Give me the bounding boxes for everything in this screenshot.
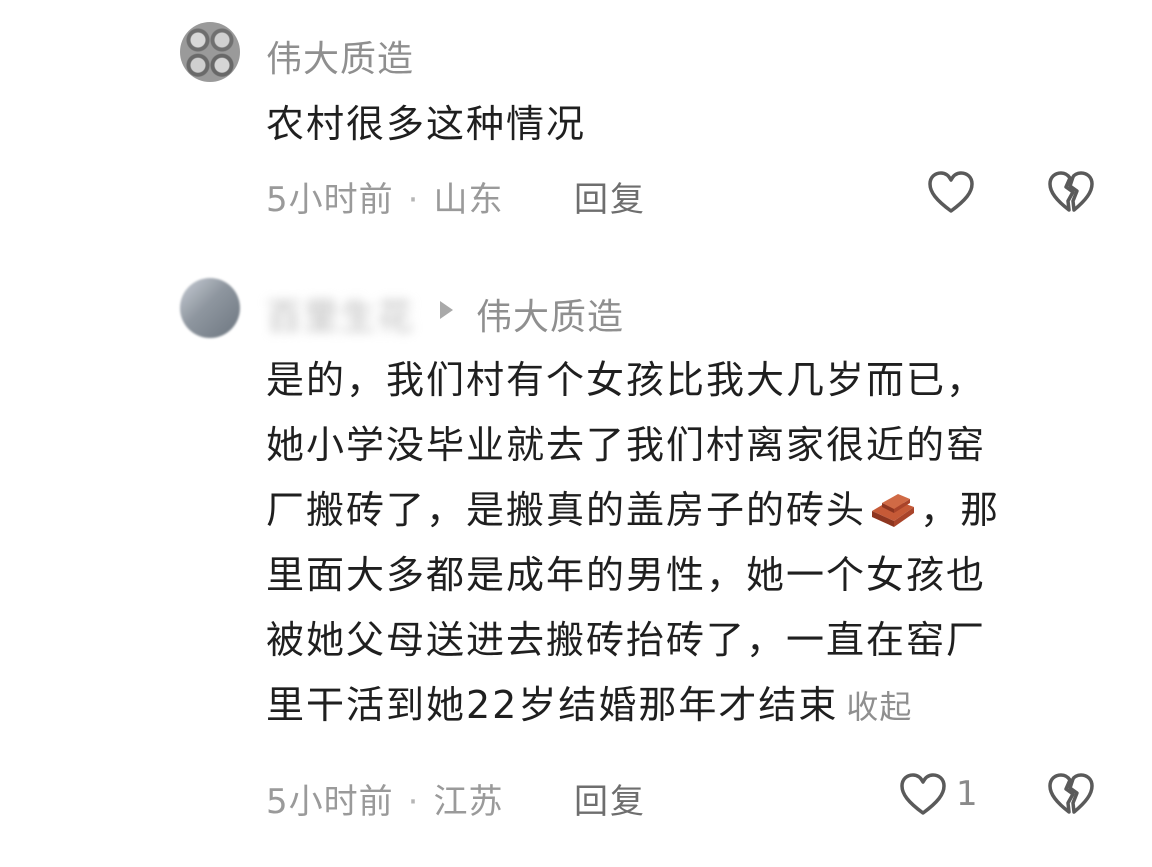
comment-text-segment: ，那 bbox=[920, 488, 1001, 532]
comment-text-line: 厂搬砖了，是搬真的盖房子的砖头 ，那 bbox=[266, 478, 1126, 543]
comment-meta: 5小时前 · 江苏 bbox=[266, 774, 503, 823]
comment-location: 江苏 bbox=[433, 782, 504, 822]
comment-text-line: 她小学没毕业就去了我们村离家很近的窑 bbox=[266, 423, 987, 467]
reply-to-username[interactable]: 伟大质造 bbox=[476, 288, 624, 340]
like-count: 1 bbox=[956, 774, 978, 814]
separator-dot: · bbox=[407, 782, 420, 822]
collapse-button[interactable]: 收起 bbox=[846, 688, 912, 726]
comment-text-line: 是的，我们村有个女孩比我大几岁而已， bbox=[266, 358, 987, 402]
reply-button[interactable]: 回复 bbox=[574, 774, 646, 823]
comment-item: 百里生花 伟大质造 是的，我们村有个女孩比我大几岁而已， 她小学没毕业就去了我们… bbox=[0, 240, 1152, 867]
broken-heart-icon[interactable] bbox=[1046, 168, 1096, 218]
heart-outline-icon[interactable] bbox=[926, 168, 976, 218]
comment-text-line: 被她父母送进去搬砖抬砖了，一直在窑厂 bbox=[266, 618, 987, 662]
comment-time: 5小时前 bbox=[266, 782, 394, 822]
comment-username[interactable]: 百里生花 bbox=[266, 288, 414, 340]
broken-heart-icon[interactable] bbox=[1046, 770, 1096, 820]
comment-item: 伟大质造 农村很多这种情况 5小时前 · 山东 回复 bbox=[0, 0, 1152, 240]
heart-outline-icon[interactable] bbox=[898, 770, 948, 820]
comment-username[interactable]: 伟大质造 bbox=[266, 30, 414, 82]
avatar[interactable] bbox=[180, 278, 240, 338]
comment-meta: 5小时前 · 山东 bbox=[266, 172, 503, 221]
reply-button[interactable]: 回复 bbox=[574, 172, 646, 221]
comment-location: 山东 bbox=[433, 180, 504, 220]
avatar[interactable] bbox=[180, 22, 240, 82]
comment-text: 是的，我们村有个女孩比我大几岁而已， 她小学没毕业就去了我们村离家很近的窑 厂搬… bbox=[266, 348, 1126, 740]
comment-text-line: 里面大多都是成年的男性，她一个女孩也 bbox=[266, 553, 987, 597]
comment-text-segment: 厂搬砖了，是搬真的盖房子的砖头 bbox=[266, 488, 867, 532]
comment-text: 农村很多这种情况 bbox=[266, 102, 587, 146]
comment-text-segment: 里干活到她22岁结婚那年才结束 bbox=[266, 683, 839, 727]
separator-dot: · bbox=[407, 180, 420, 220]
reply-to-arrow-icon bbox=[440, 301, 453, 319]
comment-text-line: 里干活到她22岁结婚那年才结束 收起 bbox=[266, 673, 1126, 740]
comment-time: 5小时前 bbox=[266, 180, 394, 220]
brick-emoji bbox=[868, 484, 918, 527]
